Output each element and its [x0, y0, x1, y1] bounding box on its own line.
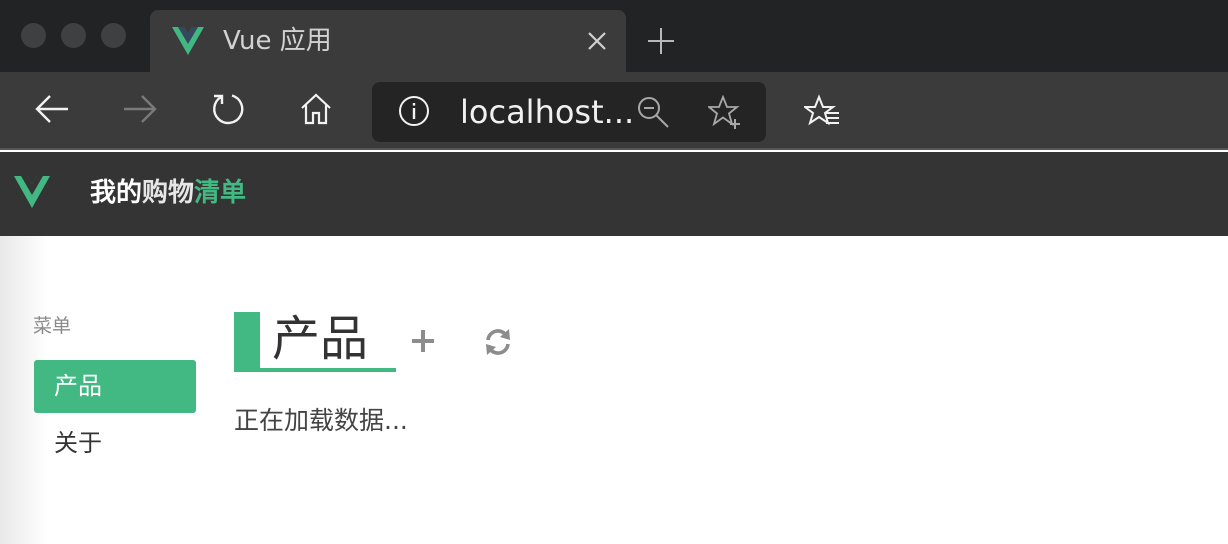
app-title[interactable]: 我的购物清单	[90, 176, 246, 210]
sidebar-item-about[interactable]: 关于	[34, 417, 196, 470]
refresh-button[interactable]	[482, 326, 514, 358]
sidebar-menu-label: 菜单	[33, 315, 72, 337]
vue-logo-icon	[172, 27, 204, 55]
add-product-button[interactable]	[408, 326, 438, 356]
refresh-icon	[486, 329, 510, 355]
plus-icon	[412, 330, 434, 352]
browser-tab-strip: Vue 应用	[0, 0, 1228, 74]
heading-accent-bar	[234, 312, 260, 368]
favorites-list-icon[interactable]	[804, 93, 840, 129]
address-bar[interactable]: localhost...	[372, 82, 766, 142]
browser-tab-active[interactable]: Vue 应用	[150, 10, 626, 74]
loading-status-text: 正在加载数据...	[234, 406, 408, 435]
zoom-out-icon[interactable]	[636, 95, 670, 129]
new-tab-plus-icon[interactable]	[646, 26, 676, 56]
app-title-part-2: 购物	[142, 178, 195, 208]
browser-toolbar: localhost...	[0, 72, 1228, 150]
window-control-maximize[interactable]	[101, 23, 126, 48]
page-heading-block: 产品	[234, 311, 396, 372]
app-title-part-1: 我的	[90, 178, 143, 208]
add-favorite-icon[interactable]	[708, 95, 742, 129]
reload-icon[interactable]	[210, 91, 246, 127]
window-control-minimize[interactable]	[61, 23, 86, 48]
arrow-left-icon[interactable]	[34, 91, 70, 127]
app-header: 我的购物清单	[0, 152, 1228, 236]
vue-logo-icon[interactable]	[14, 176, 50, 208]
info-icon[interactable]	[398, 95, 430, 127]
page-title: 产品	[272, 311, 369, 367]
address-url[interactable]: localhost...	[460, 94, 634, 130]
tab-title: Vue 应用	[223, 26, 332, 56]
home-icon[interactable]	[298, 91, 334, 127]
sidebar-item-products[interactable]: 产品	[34, 360, 196, 413]
close-tab-icon[interactable]	[586, 30, 608, 52]
arrow-right-icon[interactable]	[122, 91, 158, 127]
app-title-part-3: 清单	[194, 178, 247, 208]
window-control-close[interactable]	[21, 23, 46, 48]
